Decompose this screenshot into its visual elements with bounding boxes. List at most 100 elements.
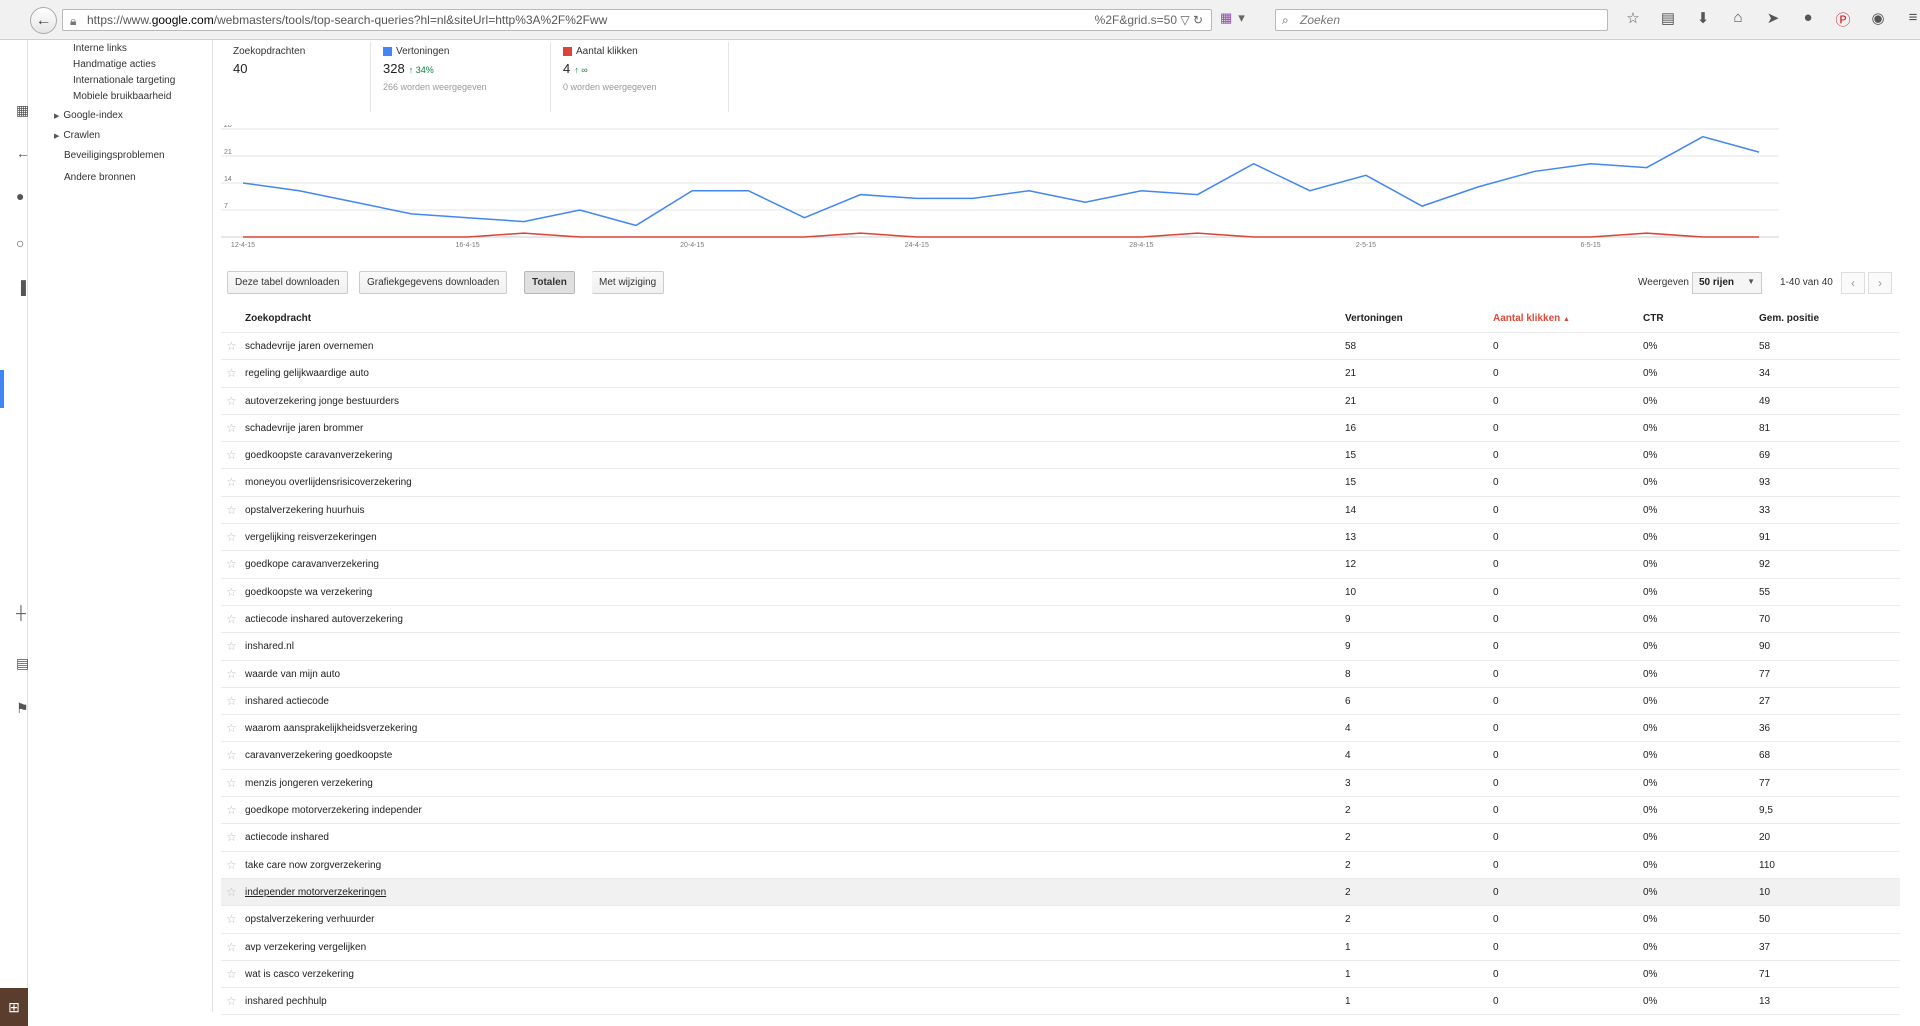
star-icon[interactable]: ☆: [226, 852, 237, 879]
pinterest-icon[interactable]: Ⓟ: [1832, 9, 1854, 30]
star-icon[interactable]: ☆: [226, 797, 237, 824]
query-cell[interactable]: menzis jongeren verzekering: [245, 770, 373, 797]
star-icon[interactable]: ☆: [226, 415, 237, 442]
query-cell[interactable]: vergelijking reisverzekeringen: [245, 524, 377, 551]
back-button[interactable]: ←: [30, 7, 57, 34]
star-icon[interactable]: ☆: [226, 388, 237, 415]
star-icon[interactable]: ☆: [226, 988, 237, 1015]
query-cell[interactable]: opstalverzekering huurhuis: [245, 497, 365, 524]
clicks-swatch[interactable]: [563, 47, 572, 56]
header-query[interactable]: Zoekopdracht: [245, 305, 311, 332]
query-cell[interactable]: caravanverzekering goedkoopste: [245, 742, 392, 769]
nav-item-interne-links[interactable]: Interne links: [73, 43, 127, 54]
star-icon[interactable]: ☆: [226, 824, 237, 851]
query-cell[interactable]: schadevrije jaren brommer: [245, 415, 363, 442]
query-cell[interactable]: goedkope motorverzekering independer: [245, 797, 422, 824]
query-cell[interactable]: opstalverzekering verhuurder: [245, 906, 375, 933]
query-cell[interactable]: schadevrije jaren overnemen: [245, 333, 373, 360]
download-table-button[interactable]: Deze tabel downloaden: [227, 271, 348, 294]
star-icon[interactable]: ☆: [226, 742, 237, 769]
nav-item-beveiligingsproblemen[interactable]: Beveiligingsproblemen: [64, 150, 165, 161]
query-cell[interactable]: waarom aansprakelijkheidsverzekering: [245, 715, 417, 742]
clicks-cell: 0: [1493, 777, 1499, 789]
home-icon[interactable]: ⌂: [1727, 9, 1749, 30]
star-icon[interactable]: ☆: [226, 961, 237, 988]
star-icon[interactable]: ☆: [226, 661, 237, 688]
nav-item-internationale-targeting[interactable]: Internationale targeting: [73, 75, 175, 86]
ctr-cell: 0%: [1643, 559, 1658, 571]
download-chart-button[interactable]: Grafiekgegevens downloaden: [359, 271, 508, 294]
star-icon[interactable]: ☆: [226, 770, 237, 797]
star-icon[interactable]: ☆: [226, 633, 237, 660]
star-icon[interactable]: ☆: [226, 579, 237, 606]
header-clicks[interactable]: Aantal klikken ▲: [1493, 305, 1570, 333]
ctr-cell: 0%: [1643, 914, 1658, 926]
search-input[interactable]: ⌕ Zoeken: [1275, 9, 1608, 31]
table-row: ☆ caravanverzekering goedkoopste 4 0 0% 68: [221, 742, 1900, 770]
query-cell[interactable]: wat is casco verzekering: [245, 961, 354, 988]
url-bar[interactable]: 🔒︎ https://www.google.com/webmasters/too…: [62, 9, 1212, 31]
chat-icon[interactable]: ◉: [1867, 9, 1889, 30]
header-impressions[interactable]: Vertoningen: [1345, 305, 1403, 332]
prev-page-button[interactable]: ‹: [1841, 272, 1865, 294]
star-icon[interactable]: ☆: [226, 606, 237, 633]
adblock-icon[interactable]: ●: [1797, 9, 1819, 30]
star-icon[interactable]: ☆: [226, 715, 237, 742]
header-position[interactable]: Gem. positie: [1759, 305, 1819, 332]
totals-button[interactable]: Totalen: [524, 271, 575, 294]
ctr-cell: 0%: [1643, 341, 1658, 352]
table-row: ☆ actiecode inshared 2 0 0% 20: [221, 824, 1900, 852]
star-icon[interactable]: ☆: [226, 360, 237, 387]
star-icon[interactable]: ☆: [226, 524, 237, 551]
query-cell[interactable]: avp verzekering vergelijken: [245, 934, 366, 961]
query-cell[interactable]: inshared actiecode: [245, 688, 329, 715]
query-cell[interactable]: moneyou overlijdensrisicoverzekering: [245, 469, 412, 496]
stat-clicks[interactable]: Aantal klikken 4 ↑ ∞ 0 worden weergegeven: [551, 42, 729, 112]
star-icon[interactable]: ☆: [226, 497, 237, 524]
next-page-button[interactable]: ›: [1868, 272, 1892, 294]
star-icon[interactable]: ☆: [226, 934, 237, 961]
query-cell[interactable]: actiecode inshared autoverzekering: [245, 606, 403, 633]
download-icon[interactable]: ⬇: [1692, 9, 1714, 30]
header-ctr[interactable]: CTR: [1643, 305, 1664, 332]
query-cell[interactable]: goedkoopste caravanverzekering: [245, 442, 392, 469]
arrow-left-icon: ←: [35, 11, 52, 29]
query-cell[interactable]: take care now zorgverzekering: [245, 852, 381, 879]
bookmark-star-icon[interactable]: ☆: [1622, 9, 1644, 30]
query-cell[interactable]: regeling gelijkwaardige auto: [245, 360, 369, 387]
nav-item-crawlen[interactable]: ▶ Crawlen: [54, 130, 100, 141]
star-icon[interactable]: ☆: [226, 469, 237, 496]
chevron-down-icon[interactable]: ▾: [1238, 10, 1245, 26]
impressions-cell: 1: [1345, 996, 1351, 1008]
query-cell[interactable]: independer motorverzekeringen: [245, 879, 386, 906]
star-icon[interactable]: ☆: [226, 879, 237, 906]
star-icon[interactable]: ☆: [226, 551, 237, 578]
query-cell[interactable]: inshared.nl: [245, 633, 294, 660]
ctr-cell: 0%: [1643, 668, 1658, 680]
clipboard-icon[interactable]: ▤: [1657, 9, 1679, 30]
menu-icon[interactable]: ≡: [1902, 9, 1920, 30]
query-cell[interactable]: actiecode inshared: [245, 824, 329, 851]
star-icon[interactable]: ☆: [226, 906, 237, 933]
send-icon[interactable]: ➤: [1762, 9, 1784, 30]
stat-impressions[interactable]: Vertoningen 328 ↑ 34% 266 worden weergege…: [371, 42, 551, 112]
impressions-swatch[interactable]: [383, 47, 392, 56]
query-cell[interactable]: inshared pechhulp: [245, 988, 327, 1015]
windows-start-icon[interactable]: ⊞: [0, 988, 28, 1026]
query-cell[interactable]: goedkope caravanverzekering: [245, 551, 379, 578]
apps-grid-icon[interactable]: ▦: [1220, 10, 1232, 26]
star-icon[interactable]: ☆: [226, 442, 237, 469]
rows-per-page-select[interactable]: 50 rijen ▼: [1692, 272, 1762, 294]
with-change-button[interactable]: Met wijziging: [592, 271, 665, 294]
nav-item-google-index[interactable]: ▶ Google-index: [54, 110, 123, 121]
clicks-cell: 0: [1493, 859, 1499, 871]
star-icon[interactable]: ☆: [226, 333, 237, 360]
nav-item-andere-bronnen[interactable]: Andere bronnen: [64, 172, 136, 183]
nav-item-handmatige-acties[interactable]: Handmatige acties: [73, 59, 156, 70]
query-cell[interactable]: waarde van mijn auto: [245, 661, 340, 688]
nav-item-mobiele-bruikbaarheid[interactable]: Mobiele bruikbaarheid: [73, 91, 171, 102]
query-cell[interactable]: autoverzekering jonge bestuurders: [245, 388, 399, 415]
star-icon[interactable]: ☆: [226, 688, 237, 715]
position-cell: 92: [1759, 559, 1771, 571]
query-cell[interactable]: goedkoopste wa verzekering: [245, 579, 372, 606]
